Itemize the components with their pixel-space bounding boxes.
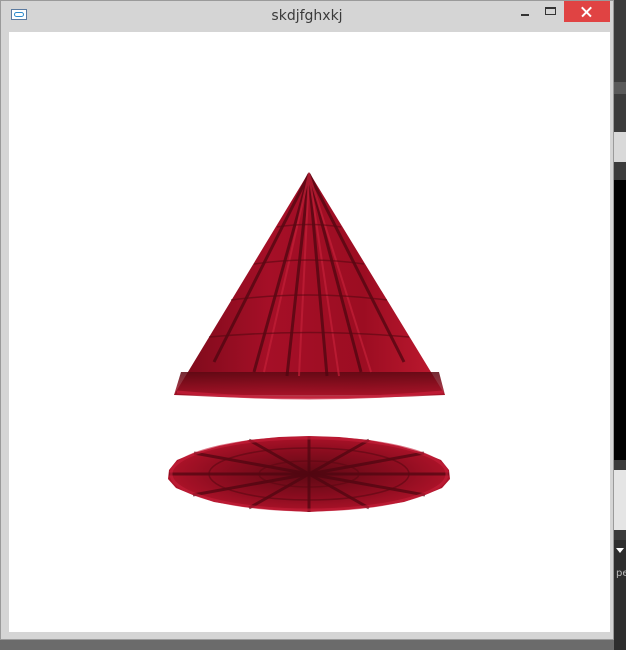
close-button[interactable] bbox=[564, 1, 610, 22]
cone-object bbox=[174, 172, 445, 400]
render-viewport[interactable] bbox=[9, 32, 610, 632]
background-app-view bbox=[614, 180, 626, 460]
background-app-strip bbox=[614, 82, 626, 94]
maximize-button[interactable] bbox=[539, 1, 563, 22]
minimize-button[interactable] bbox=[511, 1, 539, 22]
dropdown-arrow-icon[interactable] bbox=[616, 548, 624, 553]
3d-scene bbox=[168, 172, 450, 512]
background-app-panel bbox=[614, 132, 626, 162]
app-window: skdjfghxkj bbox=[0, 0, 614, 640]
background-app-text: pe bbox=[616, 568, 626, 579]
background-app-panel-lower bbox=[614, 470, 626, 530]
title-bar[interactable]: skdjfghxkj bbox=[1, 1, 613, 31]
disc-object bbox=[168, 436, 450, 512]
background-app-footer: pe bbox=[614, 540, 626, 650]
